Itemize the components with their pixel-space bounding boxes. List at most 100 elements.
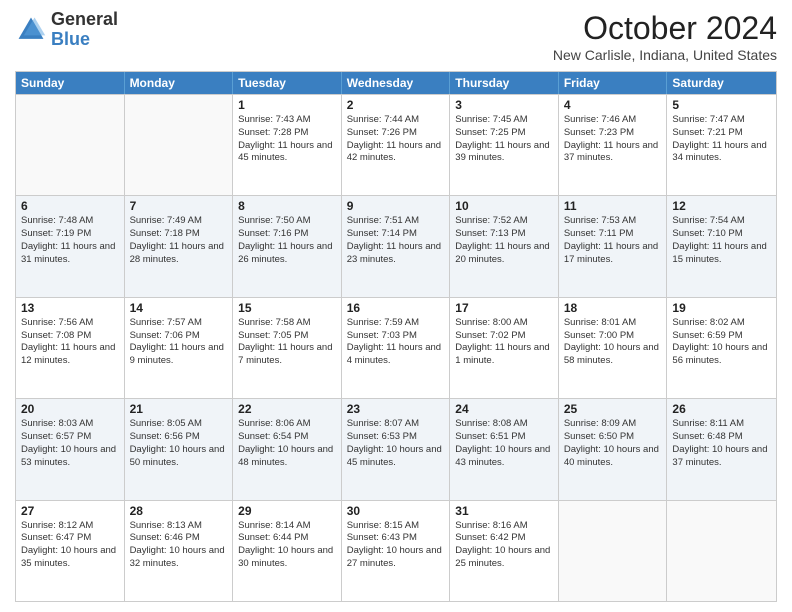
header-day-tuesday: Tuesday bbox=[233, 72, 342, 94]
day-number: 30 bbox=[347, 504, 445, 518]
cal-cell-8: 8 Sunrise: 7:50 AM Sunset: 7:16 PM Daylig… bbox=[233, 196, 342, 296]
day-number: 3 bbox=[455, 98, 553, 112]
cal-cell-empty-0-0 bbox=[16, 95, 125, 195]
day-number: 4 bbox=[564, 98, 662, 112]
cal-cell-14: 14 Sunrise: 7:57 AM Sunset: 7:06 PM Dayli… bbox=[125, 298, 234, 398]
cal-cell-4: 4Sunrise: 7:46 AM Sunset: 7:23 PM Daylig… bbox=[559, 95, 668, 195]
cal-cell-empty-4-6 bbox=[667, 501, 776, 601]
logo-icon bbox=[15, 14, 47, 46]
calendar-row-1: 1 Sunrise: 7:43 AM Sunset: 7:28 PM Daylig… bbox=[16, 94, 776, 195]
day-number: 13 bbox=[21, 301, 119, 315]
cal-cell-13: 13 Sunrise: 7:56 AM Sunset: 7:08 PM Dayli… bbox=[16, 298, 125, 398]
day-number: 23 bbox=[347, 402, 445, 416]
cell-sun-info: Sunrise: 8:12 AM Sunset: 6:47 PM Dayligh… bbox=[21, 520, 119, 571]
header-day-wednesday: Wednesday bbox=[342, 72, 451, 94]
day-number: 28 bbox=[130, 504, 228, 518]
day-number: 14 bbox=[130, 301, 228, 315]
cell-sun-info: Sunrise: 7:47 AM Sunset: 7:21 PM Dayligh… bbox=[672, 114, 771, 165]
day-number: 22 bbox=[238, 402, 336, 416]
day-number: 12 bbox=[672, 199, 771, 213]
cell-sun-info: Sunrise: 7:45 AM Sunset: 7:25 PM Dayligh… bbox=[455, 114, 553, 165]
title-block: October 2024 New Carlisle, Indiana, Unit… bbox=[553, 10, 777, 63]
cal-cell-16: 16 Sunrise: 7:59 AM Sunset: 7:03 PM Dayli… bbox=[342, 298, 451, 398]
page: General Blue October 2024 New Carlisle, … bbox=[0, 0, 792, 612]
cell-sun-info: Sunrise: 8:07 AM Sunset: 6:53 PM Dayligh… bbox=[347, 418, 445, 469]
location-subtitle: New Carlisle, Indiana, United States bbox=[553, 47, 777, 63]
cell-sun-info: Sunrise: 7:50 AM Sunset: 7:16 PM Dayligh… bbox=[238, 215, 336, 266]
day-number: 27 bbox=[21, 504, 119, 518]
day-number: 20 bbox=[21, 402, 119, 416]
day-number: 10 bbox=[455, 199, 553, 213]
day-number: 31 bbox=[455, 504, 553, 518]
cal-cell-23: 23 Sunrise: 8:07 AM Sunset: 6:53 PM Dayli… bbox=[342, 399, 451, 499]
cal-cell-28: 28 Sunrise: 8:13 AM Sunset: 6:46 PM Dayli… bbox=[125, 501, 234, 601]
cal-cell-3: 3 Sunrise: 7:45 AM Sunset: 7:25 PM Daylig… bbox=[450, 95, 559, 195]
day-number: 15 bbox=[238, 301, 336, 315]
day-number: 8 bbox=[238, 199, 336, 213]
cal-cell-5: 5 Sunrise: 7:47 AM Sunset: 7:21 PM Daylig… bbox=[667, 95, 776, 195]
header-day-sunday: Sunday bbox=[16, 72, 125, 94]
cell-sun-info: Sunrise: 7:44 AM Sunset: 7:26 PM Dayligh… bbox=[347, 114, 445, 165]
cal-cell-6: 6Sunrise: 7:48 AM Sunset: 7:19 PM Daylig… bbox=[16, 196, 125, 296]
cell-sun-info: Sunrise: 8:16 AM Sunset: 6:42 PM Dayligh… bbox=[455, 520, 553, 571]
day-number: 2 bbox=[347, 98, 445, 112]
cal-cell-25: 25Sunrise: 8:09 AM Sunset: 6:50 PM Dayli… bbox=[559, 399, 668, 499]
day-number: 19 bbox=[672, 301, 771, 315]
cell-sun-info: Sunrise: 7:54 AM Sunset: 7:10 PM Dayligh… bbox=[672, 215, 771, 266]
cell-sun-info: Sunrise: 8:11 AM Sunset: 6:48 PM Dayligh… bbox=[672, 418, 771, 469]
day-number: 1 bbox=[238, 98, 336, 112]
cell-sun-info: Sunrise: 8:13 AM Sunset: 6:46 PM Dayligh… bbox=[130, 520, 228, 571]
cal-cell-7: 7 Sunrise: 7:49 AM Sunset: 7:18 PM Daylig… bbox=[125, 196, 234, 296]
header: General Blue October 2024 New Carlisle, … bbox=[15, 10, 777, 63]
cell-sun-info: Sunrise: 7:53 AM Sunset: 7:11 PM Dayligh… bbox=[564, 215, 662, 266]
cell-sun-info: Sunrise: 7:56 AM Sunset: 7:08 PM Dayligh… bbox=[21, 317, 119, 368]
cal-cell-27: 27 Sunrise: 8:12 AM Sunset: 6:47 PM Dayli… bbox=[16, 501, 125, 601]
header-day-friday: Friday bbox=[559, 72, 668, 94]
day-number: 24 bbox=[455, 402, 553, 416]
header-day-thursday: Thursday bbox=[450, 72, 559, 94]
day-number: 5 bbox=[672, 98, 771, 112]
cal-cell-31: 31 Sunrise: 8:16 AM Sunset: 6:42 PM Dayli… bbox=[450, 501, 559, 601]
day-number: 18 bbox=[564, 301, 662, 315]
logo: General Blue bbox=[15, 10, 118, 50]
cal-cell-30: 30Sunrise: 8:15 AM Sunset: 6:43 PM Dayli… bbox=[342, 501, 451, 601]
day-number: 11 bbox=[564, 199, 662, 213]
day-number: 21 bbox=[130, 402, 228, 416]
logo-general-text: General bbox=[51, 9, 118, 29]
cal-cell-17: 17Sunrise: 8:00 AM Sunset: 7:02 PM Dayli… bbox=[450, 298, 559, 398]
calendar-row-3: 13 Sunrise: 7:56 AM Sunset: 7:08 PM Dayli… bbox=[16, 297, 776, 398]
cal-cell-15: 15Sunrise: 7:58 AM Sunset: 7:05 PM Dayli… bbox=[233, 298, 342, 398]
cell-sun-info: Sunrise: 7:49 AM Sunset: 7:18 PM Dayligh… bbox=[130, 215, 228, 266]
cell-sun-info: Sunrise: 8:02 AM Sunset: 6:59 PM Dayligh… bbox=[672, 317, 771, 368]
calendar-body: 1 Sunrise: 7:43 AM Sunset: 7:28 PM Daylig… bbox=[16, 94, 776, 601]
logo-text: General Blue bbox=[51, 10, 118, 50]
cell-sun-info: Sunrise: 7:51 AM Sunset: 7:14 PM Dayligh… bbox=[347, 215, 445, 266]
calendar-header: SundayMondayTuesdayWednesdayThursdayFrid… bbox=[16, 72, 776, 94]
calendar: SundayMondayTuesdayWednesdayThursdayFrid… bbox=[15, 71, 777, 602]
cell-sun-info: Sunrise: 8:00 AM Sunset: 7:02 PM Dayligh… bbox=[455, 317, 553, 368]
day-number: 16 bbox=[347, 301, 445, 315]
cell-sun-info: Sunrise: 7:43 AM Sunset: 7:28 PM Dayligh… bbox=[238, 114, 336, 165]
cell-sun-info: Sunrise: 7:48 AM Sunset: 7:19 PM Dayligh… bbox=[21, 215, 119, 266]
cal-cell-empty-0-1 bbox=[125, 95, 234, 195]
cal-cell-29: 29 Sunrise: 8:14 AM Sunset: 6:44 PM Dayli… bbox=[233, 501, 342, 601]
day-number: 29 bbox=[238, 504, 336, 518]
cell-sun-info: Sunrise: 8:06 AM Sunset: 6:54 PM Dayligh… bbox=[238, 418, 336, 469]
calendar-row-4: 20 Sunrise: 8:03 AM Sunset: 6:57 PM Dayli… bbox=[16, 398, 776, 499]
day-number: 7 bbox=[130, 199, 228, 213]
day-number: 25 bbox=[564, 402, 662, 416]
cal-cell-2: 2 Sunrise: 7:44 AM Sunset: 7:26 PM Daylig… bbox=[342, 95, 451, 195]
cell-sun-info: Sunrise: 8:03 AM Sunset: 6:57 PM Dayligh… bbox=[21, 418, 119, 469]
cell-sun-info: Sunrise: 7:57 AM Sunset: 7:06 PM Dayligh… bbox=[130, 317, 228, 368]
cal-cell-11: 11 Sunrise: 7:53 AM Sunset: 7:11 PM Dayli… bbox=[559, 196, 668, 296]
cal-cell-1: 1 Sunrise: 7:43 AM Sunset: 7:28 PM Daylig… bbox=[233, 95, 342, 195]
cell-sun-info: Sunrise: 8:14 AM Sunset: 6:44 PM Dayligh… bbox=[238, 520, 336, 571]
cell-sun-info: Sunrise: 8:01 AM Sunset: 7:00 PM Dayligh… bbox=[564, 317, 662, 368]
cell-sun-info: Sunrise: 7:52 AM Sunset: 7:13 PM Dayligh… bbox=[455, 215, 553, 266]
logo-blue-text: Blue bbox=[51, 29, 90, 49]
month-title: October 2024 bbox=[553, 10, 777, 47]
day-number: 9 bbox=[347, 199, 445, 213]
calendar-row-2: 6Sunrise: 7:48 AM Sunset: 7:19 PM Daylig… bbox=[16, 195, 776, 296]
cell-sun-info: Sunrise: 7:59 AM Sunset: 7:03 PM Dayligh… bbox=[347, 317, 445, 368]
day-number: 26 bbox=[672, 402, 771, 416]
